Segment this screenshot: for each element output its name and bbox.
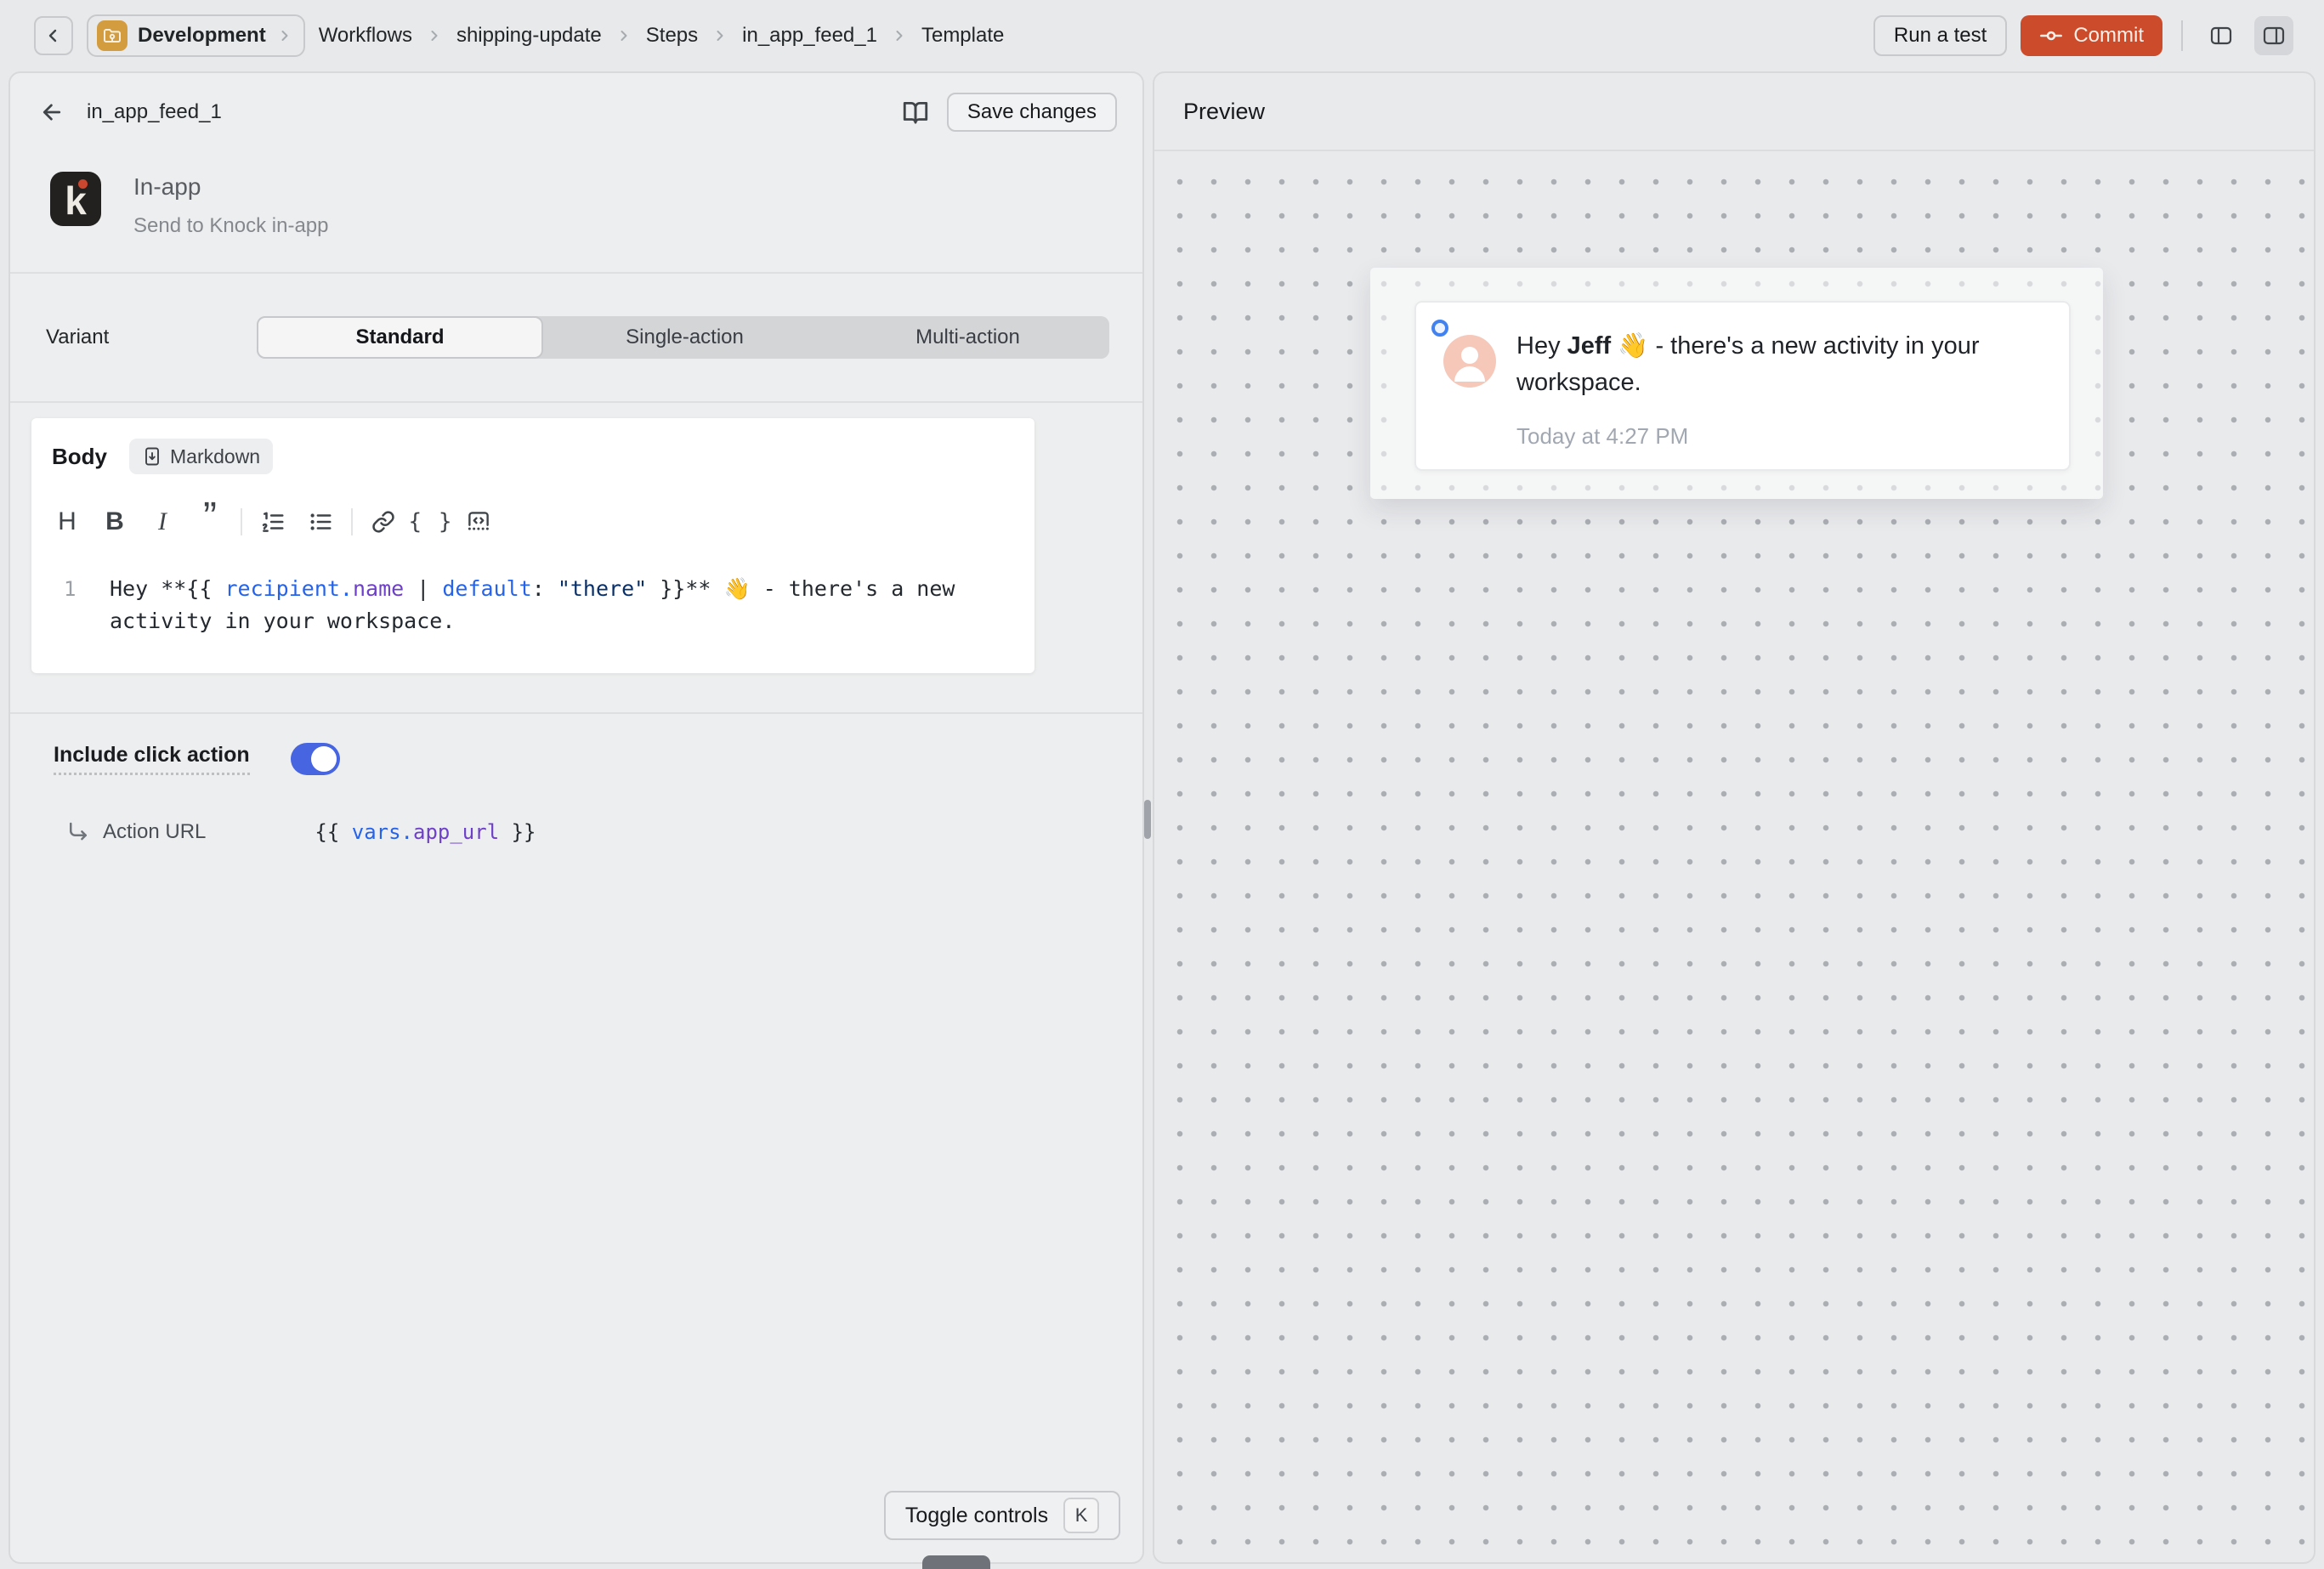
environment-selector[interactable]: Development (87, 14, 305, 57)
top-bar-actions: Run a test Commit (1873, 15, 2293, 56)
chevron-right-icon (615, 27, 632, 44)
preview-title: Preview (1183, 99, 1265, 125)
unread-indicator (1431, 320, 1448, 337)
markdown-toolbar: H B I ” { } (43, 501, 502, 542)
action-url-row: Action URL {{ vars.app_url }} (65, 819, 536, 845)
chevron-right-icon (426, 27, 443, 44)
toolbar-separator (241, 508, 242, 535)
commit-button-label: Commit (2073, 24, 2144, 48)
editor-header: in_app_feed_1 Save changes (39, 90, 1117, 134)
action-url-value[interactable]: {{ vars.app_url }} (315, 820, 536, 844)
section-divider (10, 712, 1142, 714)
avatar (1443, 335, 1496, 388)
channel-text: In-app Send to Knock in-app (133, 172, 329, 238)
body-code-content[interactable]: Hey **{{ recipient.name | default: "ther… (110, 573, 1011, 637)
chevron-right-icon (891, 27, 908, 44)
preview-panel: Preview Hey Jeff 👋 - there's a new activ… (1153, 71, 2315, 1564)
environment-label: Development (138, 24, 266, 48)
message-before-name: Hey (1516, 332, 1567, 360)
toolbar-separator (351, 508, 353, 535)
bold-icon[interactable]: B (91, 501, 139, 542)
toggle-controls-button[interactable]: Toggle controls K (884, 1491, 1120, 1540)
variant-option-standard[interactable]: Standard (257, 316, 543, 359)
include-click-action-label: Include click action (54, 743, 250, 775)
body-editor-head: Body Markdown (52, 439, 273, 474)
italic-icon[interactable]: I (139, 501, 186, 542)
ordered-list-icon[interactable] (249, 501, 297, 542)
section-divider (10, 401, 1142, 403)
format-badge: Markdown (129, 439, 273, 474)
format-badge-label: Markdown (170, 445, 260, 468)
variant-option-multi-action[interactable]: Multi-action (826, 316, 1109, 359)
bottom-drag-pill[interactable] (922, 1555, 990, 1569)
toggle-controls-label: Toggle controls (905, 1504, 1048, 1528)
link-icon[interactable] (360, 501, 407, 542)
variant-option-single-action[interactable]: Single-action (543, 316, 826, 359)
toggle-knob (311, 746, 337, 772)
editor-header-actions: Save changes (901, 93, 1117, 132)
commit-button[interactable]: Commit (2021, 15, 2162, 56)
channel-name: In-app (133, 173, 329, 201)
save-changes-button[interactable]: Save changes (947, 93, 1117, 132)
variable-braces-icon[interactable]: { } (407, 501, 455, 542)
chevron-left-icon (43, 25, 64, 46)
message-recipient-name: Jeff (1567, 332, 1612, 360)
section-divider (10, 272, 1142, 274)
notification-message: Hey Jeff 👋 - there's a new activity in y… (1516, 328, 2038, 401)
preview-canvas: Hey Jeff 👋 - there's a new activity in y… (1156, 153, 2312, 1561)
heading-icon[interactable]: H (43, 501, 91, 542)
breadcrumb-workflows[interactable]: Workflows (319, 24, 412, 48)
history-back-button[interactable] (34, 16, 73, 55)
run-test-button[interactable]: Run a test (1873, 15, 2007, 56)
body-code-editor[interactable]: 1 Hey **{{ recipient.name | default: "th… (31, 573, 1034, 637)
git-commit-icon (2039, 24, 2063, 48)
variant-segmented-control: Standard Single-action Multi-action (257, 316, 1109, 359)
toggle-right-panel-button[interactable] (2254, 16, 2293, 55)
feed-preview-container: Hey Jeff 👋 - there's a new activity in y… (1370, 268, 2103, 499)
include-click-action-toggle[interactable] (291, 743, 340, 775)
breadcrumb-steps[interactable]: Steps (646, 24, 698, 48)
back-arrow-button[interactable] (39, 99, 65, 125)
breadcrumb-template[interactable]: Template (921, 24, 1004, 48)
breadcrumb-workflow-key[interactable]: shipping-update (456, 24, 602, 48)
panel-resize-handle[interactable] (1144, 800, 1151, 839)
include-click-action-row: Include click action (54, 743, 340, 775)
body-editor-card: Body Markdown H B I ” (31, 418, 1034, 673)
action-url-label: Action URL (103, 820, 206, 844)
blockquote-icon[interactable]: ” (186, 501, 234, 542)
chevron-right-icon (276, 27, 293, 44)
toolbar-divider (2181, 20, 2183, 51)
notification-card[interactable]: Hey Jeff 👋 - there's a new activity in y… (1414, 301, 2071, 471)
knock-logo-icon: k (50, 172, 101, 226)
chevron-right-icon (711, 27, 728, 44)
top-bar: Development Workflows shipping-update St… (0, 0, 2324, 71)
code-block-icon[interactable] (455, 501, 502, 542)
step-title: in_app_feed_1 (87, 100, 222, 124)
markdown-file-icon (142, 446, 162, 467)
unordered-list-icon[interactable] (297, 501, 344, 542)
toggle-left-panel-button[interactable] (2202, 16, 2241, 55)
shortcut-key-chip: K (1063, 1498, 1099, 1533)
corner-down-right-icon (65, 819, 91, 845)
breadcrumb-step-key[interactable]: in_app_feed_1 (742, 24, 877, 48)
channel-info: k In-app Send to Knock in-app (50, 172, 329, 238)
channel-description: Send to Knock in-app (133, 214, 329, 238)
line-number: 1 (31, 573, 110, 637)
template-editor-panel: in_app_feed_1 Save changes k In-app Send… (9, 71, 1144, 1564)
variant-row: Variant Standard Single-action Multi-act… (46, 316, 1109, 359)
preview-header: Preview (1154, 73, 2314, 151)
wave-emoji: 👋 (1618, 332, 1648, 360)
app-window: Development Workflows shipping-update St… (0, 0, 2324, 1569)
body-label: Body (52, 444, 107, 470)
variant-label: Variant (46, 326, 109, 349)
docs-book-icon[interactable] (901, 98, 930, 127)
knock-logo-dot (78, 179, 88, 189)
folder-icon (97, 20, 128, 51)
breadcrumb: Workflows shipping-update Steps in_app_f… (319, 24, 1005, 48)
notification-timestamp: Today at 4:27 PM (1516, 423, 1688, 450)
